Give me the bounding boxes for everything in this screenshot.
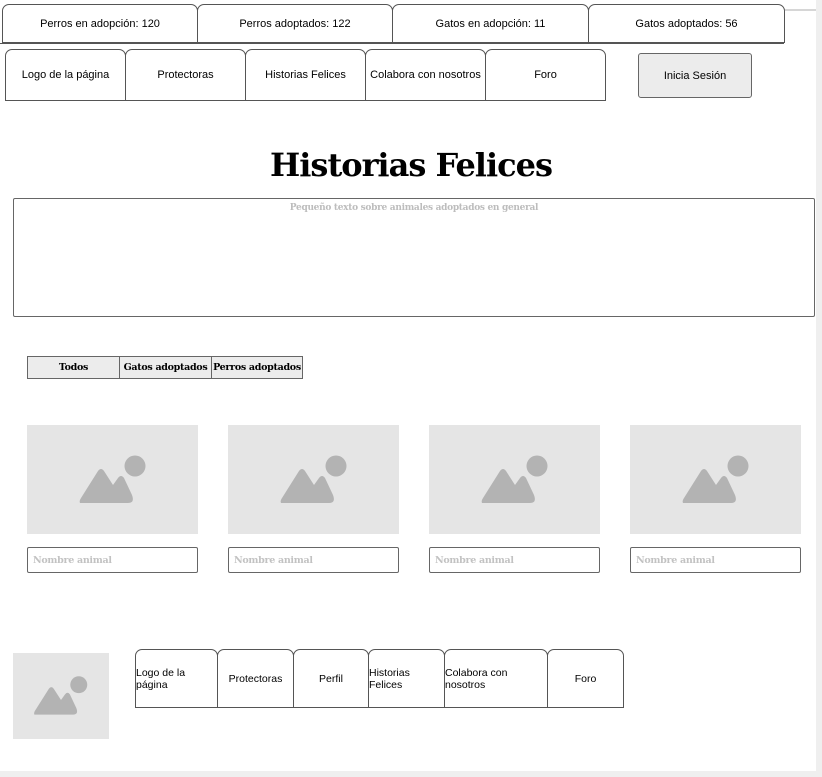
nav-foro[interactable]: Foro	[485, 49, 606, 101]
filter-dogs-button[interactable]: Perros adoptados	[211, 356, 303, 379]
stat-dogs-for-adoption: Perros en adopción: 120	[2, 4, 198, 43]
footer-nav-protectoras[interactable]: Protectoras	[217, 649, 294, 708]
image-placeholder-icon	[682, 455, 748, 503]
animal-name-field[interactable]	[228, 547, 399, 573]
intro-text: Pequeño texto sobre animales adoptados e…	[289, 203, 539, 213]
footer-nav-perfil[interactable]: Perfil	[293, 649, 369, 708]
filter-cats-button[interactable]: Gatos adoptados	[119, 356, 212, 379]
intro-box: Pequeño texto sobre animales adoptados e…	[13, 198, 815, 317]
footer-logo[interactable]	[13, 653, 109, 739]
frame-edge-right	[816, 0, 822, 777]
stat-cats-adopted: Gatos adoptados: 56	[588, 4, 785, 43]
frame-top-strip	[784, 9, 816, 11]
nav-logo[interactable]: Logo de la página	[5, 49, 126, 101]
stat-dogs-adopted: Perros adoptados: 122	[197, 4, 393, 43]
login-button[interactable]: Inicia Sesión	[638, 53, 752, 98]
footer-nav-foro[interactable]: Foro	[547, 649, 624, 708]
animal-image[interactable]	[429, 425, 600, 534]
footer-nav-colabora[interactable]: Colabora con nosotros	[444, 649, 548, 708]
footer-nav-logo[interactable]: Logo de la página	[135, 649, 218, 708]
image-placeholder-icon	[280, 455, 346, 503]
nav-historias-felices[interactable]: Historias Felices	[245, 49, 366, 101]
image-placeholder-icon	[34, 676, 88, 715]
stats-bar-divider	[0, 43, 784, 44]
nav-protectoras[interactable]: Protectoras	[125, 49, 246, 101]
stat-cats-for-adoption: Gatos en adopción: 11	[392, 4, 589, 43]
image-placeholder-icon	[79, 455, 145, 503]
animal-name-field[interactable]	[27, 547, 198, 573]
animal-name-field[interactable]	[429, 547, 600, 573]
filter-all-button[interactable]: Todos	[27, 356, 120, 379]
animal-image[interactable]	[228, 425, 399, 534]
animal-image[interactable]	[630, 425, 801, 534]
animal-image[interactable]	[27, 425, 198, 534]
image-placeholder-icon	[481, 455, 547, 503]
nav-colabora[interactable]: Colabora con nosotros	[365, 49, 486, 101]
page-title: Historias Felices	[270, 146, 553, 184]
frame-edge-bottom	[0, 771, 822, 777]
animal-name-field[interactable]	[630, 547, 801, 573]
footer-nav-historias-felices[interactable]: Historias Felices	[368, 649, 445, 708]
